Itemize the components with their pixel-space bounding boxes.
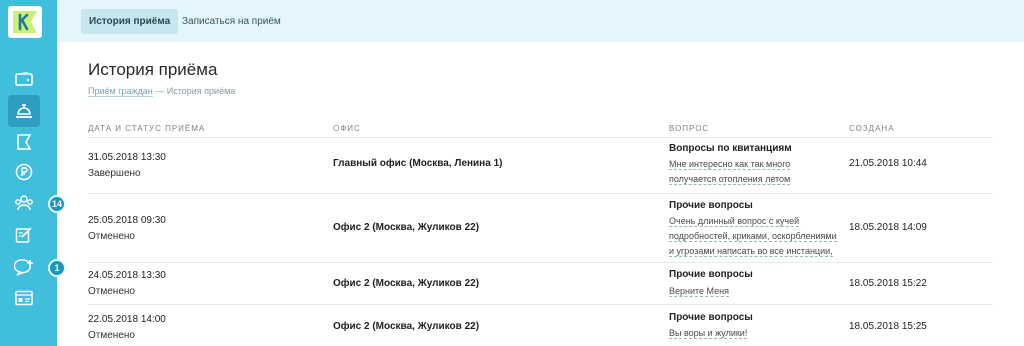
column-header-office: Офис	[333, 124, 361, 133]
sidebar-item-flag[interactable]	[8, 126, 40, 158]
sidebar-item-coin[interactable]	[8, 156, 40, 188]
column-header-date-status: Дата и статус приёма	[88, 124, 206, 133]
row-created: 18.05.2018 15:25	[849, 321, 927, 332]
sidebar-item-edit[interactable]	[8, 219, 40, 251]
row-question-title: Прочие вопросы	[669, 269, 753, 280]
id-card-icon	[15, 290, 33, 306]
row-question-text[interactable]: Верните Меня	[669, 284, 844, 299]
breadcrumb-separator: —	[155, 86, 165, 96]
row-status: Отменено	[88, 330, 135, 341]
sidebar-item-wallet[interactable]	[8, 63, 40, 95]
row-office: Офис 2 (Москва, Жуликов 22)	[333, 321, 480, 332]
row-question-text[interactable]: Вы воры и жулики!	[669, 326, 844, 341]
row-question-text[interactable]: Очень длинный вопрос с кучей подробносте…	[669, 214, 849, 259]
people-badge: 14	[48, 195, 66, 213]
row-question-text[interactable]: Мне интересно как так много получается о…	[669, 157, 844, 187]
sidebar: 14 1	[0, 0, 66, 346]
table-row[interactable]: 25.05.2018 09:30 Отменено Офис 2 (Москва…	[88, 194, 993, 263]
row-office: Главный офис (Москва, Ленина 1)	[333, 158, 503, 169]
table-row[interactable]: 24.05.2018 13:30 Отменено Офис 2 (Москва…	[88, 263, 993, 305]
row-created: 18.05.2018 14:09	[849, 222, 927, 233]
row-date: 25.05.2018 09:30	[88, 215, 166, 226]
breadcrumb-link-reception[interactable]: Приём граждан	[88, 86, 153, 97]
logo-k-icon	[13, 11, 37, 33]
reception-bell-icon	[16, 104, 32, 118]
row-created: 21.05.2018 10:44	[849, 158, 927, 169]
row-question-title: Прочие вопросы	[669, 312, 753, 323]
row-status: Отменено	[88, 231, 135, 242]
row-question-title: Вопросы по квитанциям	[669, 143, 792, 154]
row-office: Офис 2 (Москва, Жуликов 22)	[333, 222, 480, 233]
tab-book-appointment[interactable]: Записаться на приём	[174, 9, 289, 34]
people-group-icon	[15, 195, 33, 211]
row-status: Завершено	[88, 168, 141, 179]
table-row[interactable]: 22.05.2018 14:00 Отменено Офис 2 (Москва…	[88, 305, 993, 346]
tab-history[interactable]: История приёма	[81, 9, 179, 34]
page-title: История приёма	[88, 60, 218, 79]
breadcrumb: Приём граждан — История приёма	[88, 86, 236, 97]
wallet-icon	[15, 72, 33, 86]
sidebar-item-reception[interactable]	[8, 95, 40, 127]
row-date: 22.05.2018 14:00	[88, 314, 166, 325]
sidebar-item-chat[interactable]	[8, 251, 40, 283]
flag-icon	[17, 134, 32, 150]
coin-icon	[15, 163, 33, 181]
chat-badge: 1	[48, 259, 66, 277]
row-created: 18.05.2018 15:22	[849, 278, 927, 289]
breadcrumb-current: История приёма	[166, 86, 236, 96]
row-office: Офис 2 (Москва, Жуликов 22)	[333, 278, 480, 289]
row-question-title: Прочие вопросы	[669, 200, 753, 211]
column-header-question: Вопрос	[669, 124, 710, 133]
sidebar-item-people[interactable]	[8, 187, 40, 219]
sidebar-item-card[interactable]	[8, 282, 40, 314]
row-status: Отменено	[88, 286, 135, 297]
top-bar: История приёма Записаться на приём	[57, 0, 1024, 42]
table-row[interactable]: 31.05.2018 13:30 Завершено Главный офис …	[88, 138, 993, 194]
row-date: 31.05.2018 13:30	[88, 152, 166, 163]
chat-add-icon	[14, 259, 33, 276]
row-date: 24.05.2018 13:30	[88, 270, 166, 281]
column-header-created: Создана	[849, 124, 895, 133]
app-logo[interactable]	[8, 6, 42, 38]
edit-note-icon	[15, 227, 32, 243]
